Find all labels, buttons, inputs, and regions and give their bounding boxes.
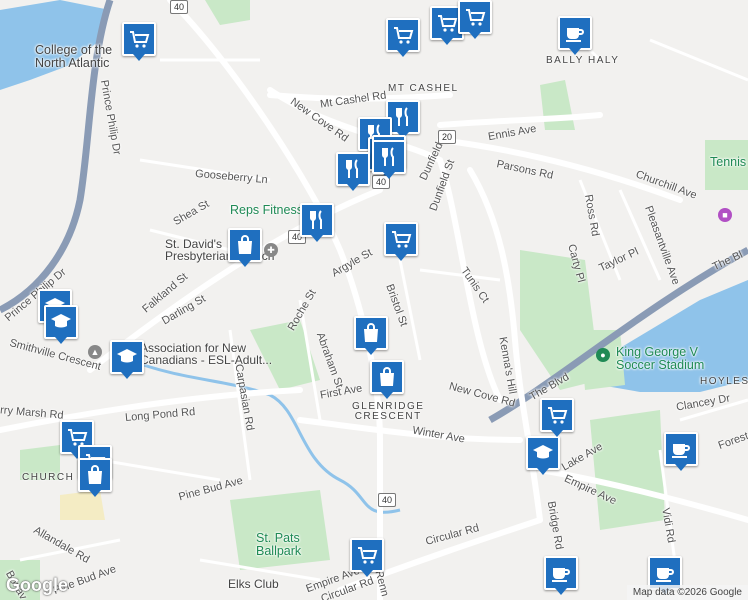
park-stpats bbox=[230, 490, 330, 570]
marker-tip bbox=[441, 38, 453, 45]
graduation-cap-icon bbox=[110, 340, 144, 374]
restaurant-marker[interactable] bbox=[372, 140, 406, 180]
park-north bbox=[205, 0, 250, 25]
cart-icon bbox=[540, 398, 574, 432]
graduation-cap-icon bbox=[526, 436, 560, 470]
cup-icon bbox=[558, 16, 592, 50]
stadium-dot-icon[interactable]: ● bbox=[596, 348, 610, 362]
google-logo: Google bbox=[6, 575, 68, 595]
museum-dot-icon[interactable]: ■ bbox=[718, 208, 732, 222]
marker-tip bbox=[383, 172, 395, 179]
cafe-marker[interactable] bbox=[544, 556, 578, 596]
ennis-ave bbox=[437, 112, 603, 128]
route-shield-40: 40 bbox=[170, 0, 189, 14]
cart-icon bbox=[386, 18, 420, 52]
minor-road-8 bbox=[99, 458, 221, 482]
label-bally-haly: BALLY HALY bbox=[546, 55, 620, 66]
school-marker[interactable] bbox=[526, 436, 560, 476]
school-dot-icon[interactable]: ▲ bbox=[88, 345, 102, 359]
label-tennis: Tennis bbox=[710, 155, 747, 169]
marker-tip bbox=[537, 468, 549, 475]
shopping-marker[interactable] bbox=[228, 228, 262, 268]
map-attribution: Map data ©2026 Google bbox=[626, 585, 748, 600]
marker-tip bbox=[361, 570, 373, 577]
marker-tip bbox=[397, 50, 409, 57]
park-east bbox=[540, 80, 575, 130]
cafe-marker[interactable] bbox=[558, 16, 592, 56]
marker-tip bbox=[347, 184, 359, 191]
label-college: College of the North Atlantic bbox=[35, 43, 113, 70]
route-shield-20: 20 bbox=[438, 130, 457, 144]
minor-road-16 bbox=[649, 38, 748, 82]
winter-ave bbox=[297, 417, 523, 443]
restaurant-marker[interactable] bbox=[300, 203, 334, 243]
cafe-marker[interactable] bbox=[664, 432, 698, 472]
cart-icon bbox=[122, 22, 156, 56]
marker-tip bbox=[239, 260, 251, 267]
marker-tip bbox=[469, 32, 481, 39]
grocery-marker[interactable] bbox=[384, 222, 418, 262]
label-elks: Elks Club bbox=[228, 577, 279, 591]
marker-tip bbox=[381, 392, 393, 399]
fork-knife-icon bbox=[336, 152, 370, 186]
label-assoc: Association for New Canadians - ESL-Adul… bbox=[140, 341, 273, 367]
fork-knife-icon bbox=[300, 203, 334, 237]
shopping-marker[interactable] bbox=[354, 316, 388, 356]
marker-tip bbox=[395, 254, 407, 261]
label-hoylestown: HOYLESTO bbox=[700, 376, 748, 387]
bag-icon bbox=[78, 458, 112, 492]
marker-tip bbox=[551, 430, 563, 437]
route-shield-40: 40 bbox=[378, 493, 397, 507]
park-south bbox=[590, 410, 665, 530]
cart-icon bbox=[350, 538, 384, 572]
marker-tip bbox=[569, 48, 581, 55]
graduation-cap-icon bbox=[44, 305, 78, 339]
marker-tip bbox=[555, 588, 567, 595]
marker-tip bbox=[133, 54, 145, 61]
grocery-marker[interactable] bbox=[122, 22, 156, 62]
label-glenridge: GLENRIDGE CRESCENT bbox=[352, 401, 425, 422]
grocery-marker[interactable] bbox=[350, 538, 384, 578]
label-church: CHURCH bbox=[22, 472, 75, 483]
fork-knife-icon bbox=[372, 140, 406, 174]
marker-tip bbox=[121, 372, 133, 379]
marker-tip bbox=[311, 235, 323, 242]
cart-icon bbox=[384, 222, 418, 256]
bag-icon bbox=[354, 316, 388, 350]
grocery-marker[interactable] bbox=[540, 398, 574, 438]
label-king-george: King George V Soccer Stadium bbox=[616, 345, 705, 372]
cup-icon bbox=[664, 432, 698, 466]
cart-icon bbox=[458, 0, 492, 34]
label-reps: Reps Fitness bbox=[230, 203, 303, 217]
bag-icon bbox=[228, 228, 262, 262]
shopping-marker[interactable] bbox=[370, 360, 404, 400]
school-marker[interactable] bbox=[110, 340, 144, 380]
label-st-pats: St. Pats Ballpark bbox=[256, 531, 302, 558]
school-marker[interactable] bbox=[44, 305, 78, 345]
grocery-marker[interactable] bbox=[386, 18, 420, 58]
marker-tip bbox=[89, 490, 101, 497]
shopping-marker[interactable] bbox=[78, 458, 112, 498]
label-mt-cashel: MT CASHEL bbox=[388, 83, 459, 94]
grocery-marker[interactable] bbox=[458, 0, 492, 40]
restaurant-marker[interactable] bbox=[336, 152, 370, 192]
marker-tip bbox=[675, 464, 687, 471]
map-canvas[interactable]: College of the North Atlantic BALLY HALY… bbox=[0, 0, 748, 600]
church-dot-icon[interactable]: ✚ bbox=[264, 243, 278, 257]
marker-tip bbox=[55, 337, 67, 344]
cup-icon bbox=[544, 556, 578, 590]
bag-icon bbox=[370, 360, 404, 394]
marker-tip bbox=[365, 348, 377, 355]
